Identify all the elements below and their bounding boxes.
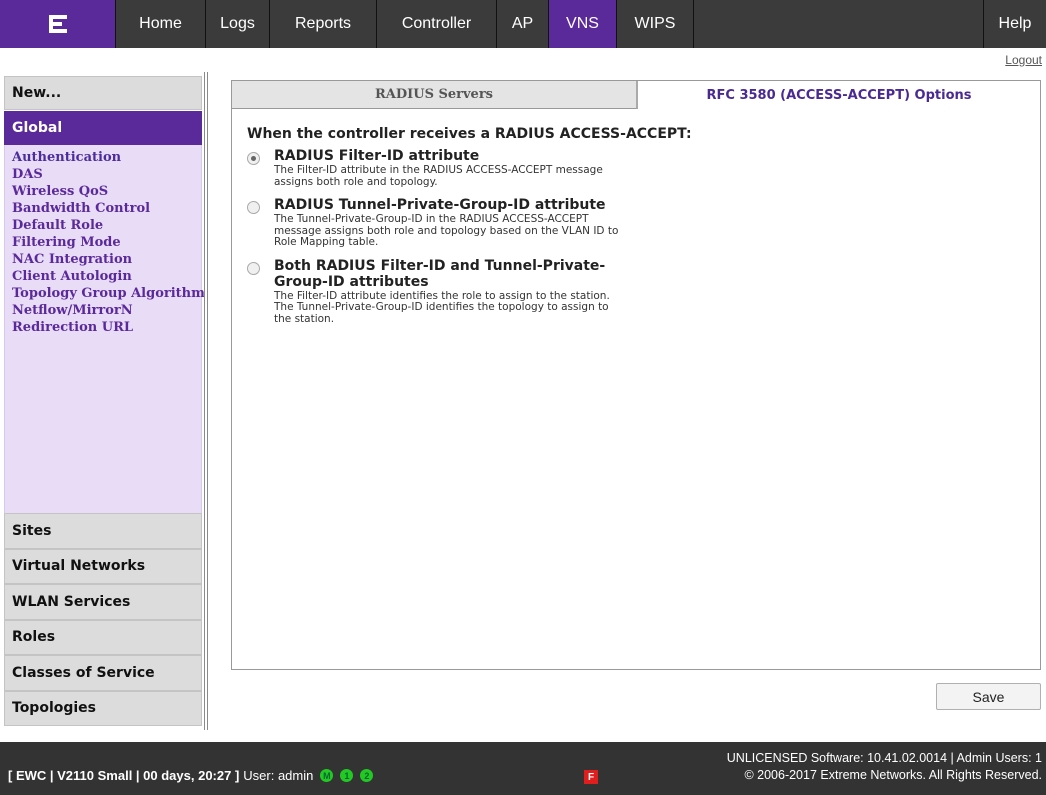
logout-link[interactable]: Logout bbox=[1005, 53, 1042, 67]
sidebar-item-roles[interactable]: Roles bbox=[4, 619, 202, 655]
nav-spacer bbox=[694, 0, 984, 48]
nav-controller[interactable]: Controller bbox=[377, 0, 497, 48]
status-indicator-m-icon[interactable]: M bbox=[320, 769, 334, 782]
system-info: [ EWC | V2110 Small | 00 days, 20:27 ] bbox=[8, 768, 240, 783]
tab-bar: RADIUS Servers RFC 3580 (ACCESS-ACCEPT) … bbox=[232, 81, 1040, 109]
option-both-attributes: Both RADIUS Filter-ID and Tunnel-Private… bbox=[247, 258, 1040, 326]
sidebar-global-links: Authentication DAS Wireless QoS Bandwidt… bbox=[4, 145, 205, 513]
copyright: © 2006-2017 Extreme Networks. All Rights… bbox=[744, 768, 1042, 782]
sidebar-item-sites[interactable]: Sites bbox=[4, 513, 202, 549]
home-logo[interactable] bbox=[0, 0, 116, 48]
sidebar-new[interactable]: New... bbox=[4, 76, 202, 110]
sidebar-global[interactable]: Global bbox=[4, 111, 202, 145]
sidebar-item-virtual-networks[interactable]: Virtual Networks bbox=[4, 548, 202, 584]
sidebar-item-wlan-services[interactable]: WLAN Services bbox=[4, 584, 202, 620]
option-tunnel-private-group-id: RADIUS Tunnel-Private-Group-ID attribute… bbox=[247, 197, 1040, 249]
tab-rfc3580-options[interactable]: RFC 3580 (ACCESS-ACCEPT) Options bbox=[638, 81, 1040, 109]
system-status: [ EWC | V2110 Small | 00 days, 20:27 ] U… bbox=[8, 768, 374, 783]
current-user: User: admin bbox=[243, 768, 314, 783]
option-title: Both RADIUS Filter-ID and Tunnel-Private… bbox=[274, 257, 606, 290]
sidebar: New... Global Authentication DAS Wireles… bbox=[4, 76, 205, 727]
alarm-flag-icon[interactable]: F bbox=[584, 770, 598, 784]
sidebar-link-nac-integration[interactable]: NAC Integration bbox=[12, 251, 201, 268]
extreme-logo-icon bbox=[48, 15, 67, 33]
sidebar-link-topology-group-algorithm[interactable]: Topology Group Algorithm bbox=[12, 285, 205, 302]
sidebar-sections: Sites Virtual Networks WLAN Services Rol… bbox=[4, 513, 202, 726]
status-indicator-1-icon[interactable]: 1 bbox=[340, 769, 354, 782]
nav-reports[interactable]: Reports bbox=[270, 0, 377, 48]
rfc3580-form: When the controller receives a RADIUS AC… bbox=[232, 109, 1040, 325]
sidebar-link-netflow-mirrorn[interactable]: Netflow/MirrorN bbox=[12, 302, 201, 319]
footer-right: UNLICENSED Software: 10.41.02.0014 | Adm… bbox=[727, 750, 1042, 784]
sidebar-resize-handle[interactable] bbox=[204, 72, 208, 730]
sidebar-link-bandwidth-control[interactable]: Bandwidth Control bbox=[12, 200, 201, 217]
radio-tunnel-private-group-id[interactable] bbox=[247, 201, 260, 214]
sidebar-link-authentication[interactable]: Authentication bbox=[12, 149, 201, 166]
option-description: The Filter-ID attribute in the RADIUS AC… bbox=[274, 164, 603, 188]
radio-filter-id[interactable] bbox=[247, 152, 260, 165]
status-footer: [ EWC | V2110 Small | 00 days, 20:27 ] U… bbox=[0, 742, 1046, 795]
form-question: When the controller receives a RADIUS AC… bbox=[247, 126, 692, 142]
nav-logs[interactable]: Logs bbox=[206, 0, 270, 48]
sidebar-item-topologies[interactable]: Topologies bbox=[4, 690, 202, 726]
option-filter-id: RADIUS Filter-ID attribute The Filter-ID… bbox=[247, 148, 1040, 188]
nav-wips[interactable]: WIPS bbox=[617, 0, 694, 48]
option-description: The Tunnel-Private-Group-ID in the RADIU… bbox=[274, 213, 619, 248]
license-info: UNLICENSED Software: 10.41.02.0014 | Adm… bbox=[726, 751, 1042, 765]
option-title: RADIUS Tunnel-Private-Group-ID attribute bbox=[274, 197, 606, 213]
nav-vns[interactable]: VNS bbox=[549, 0, 617, 48]
option-description: The Filter-ID attribute identifies the r… bbox=[274, 289, 610, 325]
option-title: RADIUS Filter-ID attribute bbox=[274, 148, 480, 164]
status-indicator-2-icon[interactable]: 2 bbox=[360, 769, 374, 782]
radio-both-attributes[interactable] bbox=[247, 261, 260, 275]
sidebar-link-filtering-mode[interactable]: Filtering Mode bbox=[12, 234, 201, 251]
nav-home[interactable]: Home bbox=[116, 0, 206, 48]
nav-help[interactable]: Help bbox=[984, 0, 1046, 48]
sidebar-link-default-role[interactable]: Default Role bbox=[12, 217, 201, 234]
save-button[interactable]: Save bbox=[936, 683, 1041, 710]
sidebar-link-das[interactable]: DAS bbox=[12, 166, 201, 183]
options-panel: RADIUS Servers RFC 3580 (ACCESS-ACCEPT) … bbox=[231, 80, 1041, 670]
sidebar-link-client-autologin[interactable]: Client Autologin bbox=[12, 268, 201, 285]
tab-radius-servers[interactable]: RADIUS Servers bbox=[232, 81, 638, 109]
sidebar-link-redirection-url[interactable]: Redirection URL bbox=[12, 319, 201, 336]
nav-ap[interactable]: AP bbox=[497, 0, 549, 48]
top-nav-bar: Home Logs Reports Controller AP VNS WIPS… bbox=[0, 0, 1046, 48]
sidebar-item-classes-of-service[interactable]: Classes of Service bbox=[4, 655, 202, 691]
sidebar-link-wireless-qos[interactable]: Wireless QoS bbox=[12, 183, 201, 200]
